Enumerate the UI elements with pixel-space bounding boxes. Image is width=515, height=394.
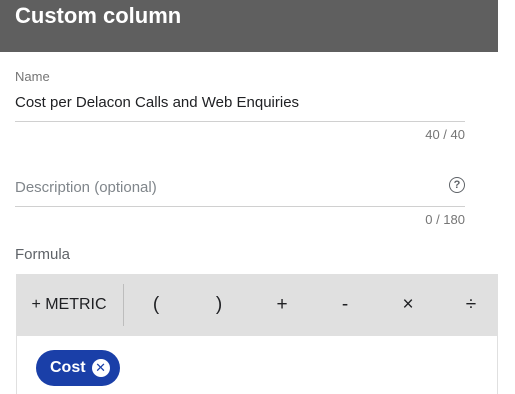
minus-button[interactable]: - [330,274,360,336]
close-icon[interactable]: ✕ [91,359,110,377]
formula-label: Formula [15,246,71,263]
metric-chip-cost[interactable]: Cost ✕ [36,350,120,386]
dialog-header: Custom column [0,0,498,52]
description-input[interactable]: Description (optional) [15,179,157,196]
open-paren-button[interactable]: ( [141,274,171,336]
name-counter: 40 / 40 [425,127,465,142]
toolbar-divider [123,284,124,326]
dialog-title: Custom column [15,3,182,28]
name-underline [15,121,465,122]
add-metric-button[interactable]: + METRIC [16,274,122,336]
close-paren-button[interactable]: ) [204,274,234,336]
help-icon[interactable]: ? [449,177,465,193]
chip-label: Cost [50,359,86,376]
right-margin [498,0,515,394]
name-input[interactable]: Cost per Delacon Calls and Web Enquiries [15,94,299,111]
formula-toolbar: + METRIC ( ) + - × ÷ [16,274,498,336]
description-counter: 0 / 180 [425,212,465,227]
multiply-button[interactable]: × [393,274,423,336]
divide-button[interactable]: ÷ [456,274,486,336]
formula-editor[interactable]: Cost ✕ [16,336,498,394]
name-label: Name [15,69,50,84]
plus-button[interactable]: + [267,274,297,336]
description-underline [15,206,465,207]
